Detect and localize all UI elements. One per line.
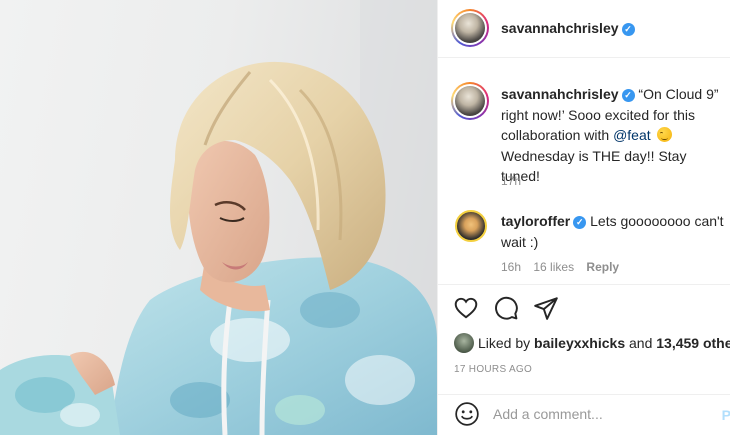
author-username[interactable]: savannahchrisley ✓ [501,20,635,36]
smiling-face-emoji-icon [656,127,672,142]
post-header: savannahchrisley ✓ [438,0,730,58]
post-actions: Liked by baileyxxhicks and 13,459 others… [438,284,730,394]
caption-time[interactable]: 17h [501,174,521,188]
comment-text: tayloroffer ✓ Lets goooooooo can't wait :… [501,211,726,252]
liker-avatar [454,333,474,353]
caption-body-end: Wednesday is THE day!! Stay tuned! [501,147,687,185]
likes-count[interactable]: 13,459 others [656,335,730,351]
liker-username[interactable]: baileyxxhicks [534,335,625,351]
verified-badge-icon: ✓ [573,216,587,229]
reply-button[interactable]: Reply [586,260,619,274]
add-comment-input[interactable] [493,403,713,425]
author-avatar[interactable] [451,9,489,47]
caption-author-username[interactable]: savannahchrisley [501,86,619,102]
comment-time[interactable]: 16h [501,260,521,274]
post-side-panel: savannahchrisley ✓ savannahchrisley ✓ “On … [437,0,730,435]
comment-meta: 16h 16 likes Reply [501,260,628,274]
caption-text: savannahchrisley ✓ “On Cloud 9” right now… [501,84,726,187]
add-comment-bar: P [438,394,730,435]
heart-icon[interactable] [453,295,479,321]
comment-icon[interactable] [493,295,519,321]
post-timestamp[interactable]: 17 HOURS AGO [454,364,532,375]
comment-likes[interactable]: 16 likes [533,260,574,274]
mention-link[interactable]: @feat [613,127,651,143]
share-icon[interactable] [533,295,559,321]
post-photo[interactable] [0,0,437,435]
commenter-username[interactable]: tayloroffer [501,213,570,229]
caption-author-avatar[interactable] [451,82,489,120]
emoji-picker-icon[interactable] [454,401,480,427]
commenter-avatar[interactable] [455,210,487,242]
verified-badge-icon: ✓ [621,89,635,102]
verified-badge-icon: ✓ [621,23,635,36]
likes-summary[interactable]: Liked by baileyxxhicks and 13,459 others [454,333,730,353]
photo-illustration [0,0,437,435]
post-comment-button[interactable]: P [722,407,730,423]
